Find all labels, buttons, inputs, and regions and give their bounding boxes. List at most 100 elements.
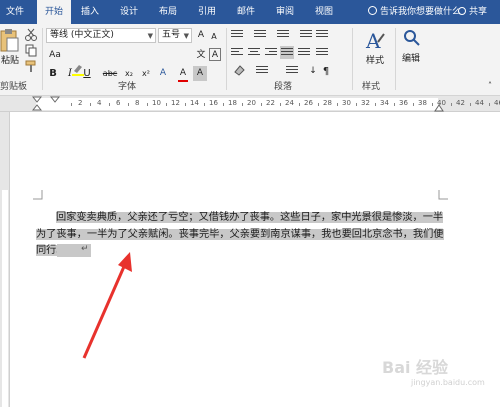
ruler-number: 8 [135, 99, 140, 107]
char-shading-button[interactable]: A [193, 66, 207, 81]
show-marks-icon[interactable]: ¶ [320, 64, 332, 79]
ruler-number: 34 [380, 99, 389, 107]
shrink-font-button[interactable]: A [208, 29, 220, 44]
watermark-logo: Bai 经验 [382, 358, 449, 377]
wen-button[interactable]: 文 [194, 48, 208, 63]
ruler-text-area [2, 190, 8, 407]
text-effects-button[interactable]: A [156, 66, 170, 81]
tab-insert[interactable]: 插入 [75, 0, 105, 24]
format-painter-icon[interactable] [24, 60, 38, 73]
divider [226, 28, 227, 90]
tell-me-box[interactable]: 告诉我你想要做什么 [368, 0, 461, 24]
tab-layout[interactable]: 布局 [153, 0, 183, 24]
shading-icon[interactable] [233, 64, 247, 77]
font-color-glyph: A [179, 68, 187, 78]
styles-button-label[interactable]: 样式 [360, 54, 390, 69]
corner-mark [33, 190, 43, 200]
ruler-number: 2 [78, 99, 83, 107]
tab-view[interactable]: 视图 [309, 0, 339, 24]
search-icon[interactable] [402, 28, 422, 50]
multilevel-list-icon[interactable] [277, 30, 289, 40]
font-size-combo[interactable]: 五号 ▼ [158, 28, 192, 43]
superscript-button[interactable]: x² [139, 66, 153, 81]
ruler-tick [431, 103, 433, 106]
vertical-ruler[interactable] [0, 112, 10, 407]
ruler-tick [317, 103, 319, 106]
horizontal-ruler[interactable]: 2 4 6 8 10 12 14 16 18 20 22 24 26 28 30 32 34 36 38 40 42 44… [0, 96, 500, 112]
tab-file[interactable]: 文件 [0, 0, 30, 24]
ruler-number: 18 [228, 99, 237, 107]
hanging-indent-marker[interactable] [50, 96, 60, 104]
paste-icon[interactable] [0, 28, 20, 54]
ruler-tick [70, 103, 72, 106]
lightbulb-icon [368, 6, 377, 15]
numbering-icon[interactable] [254, 30, 266, 40]
ruler-number: 16 [209, 99, 218, 107]
copy-icon[interactable] [24, 44, 38, 57]
sort-icon[interactable]: ↓ [306, 64, 320, 79]
bullets-icon[interactable] [231, 30, 243, 40]
divider [395, 28, 396, 90]
corner-mark [438, 190, 448, 200]
paste-button-label[interactable]: 粘贴 [0, 54, 20, 69]
align-left-icon[interactable] [231, 48, 243, 58]
cut-icon[interactable] [24, 28, 38, 41]
font-size-value: 五号 [162, 30, 181, 40]
tab-references[interactable]: 引用 [192, 0, 222, 24]
strikethrough-button[interactable]: abc [101, 66, 119, 81]
selected-text[interactable]: 为了丧事，一半为了父亲赋闲。丧事完毕，父亲要到南京谋事，我也要回北京念书，我们便 [36, 228, 444, 240]
first-line-indent-marker[interactable] [32, 96, 42, 112]
ruler-tick [412, 103, 414, 106]
ruler-number: 42 [456, 99, 465, 107]
document-paragraph[interactable]: 回家变卖典质，父亲还了亏空；又借钱办了丧事。这些日子，家中光景很是惨淡，一半 为… [36, 210, 444, 260]
ruler-number: 10 [152, 99, 161, 107]
tab-review[interactable]: 审阅 [270, 0, 300, 24]
ruler-tick [488, 103, 490, 106]
empty-paragraph-selection[interactable]: ↵ [57, 244, 91, 257]
ruler-tick [336, 103, 338, 106]
styles-icon[interactable]: A [364, 28, 386, 54]
font-name-combo[interactable]: 等线 (中文正文) ▼ [46, 28, 156, 43]
line-spacing-icon[interactable] [316, 48, 328, 58]
bold-button[interactable]: B [46, 66, 60, 81]
paragraph-group-label: 段落 [274, 82, 293, 92]
clipboard-group-label: 剪贴板 [0, 82, 28, 92]
grow-font-button[interactable]: A [194, 28, 208, 43]
paragraph-line[interactable]: 同行。↵ [36, 243, 438, 260]
tab-home[interactable]: 开始 [37, 0, 71, 24]
editing-button-label[interactable]: 编辑 [398, 52, 424, 67]
ruler-tick [146, 103, 148, 106]
change-case-button[interactable]: Aa [49, 48, 61, 63]
ruler-tick [203, 103, 205, 106]
font-color-button[interactable]: A [176, 66, 190, 81]
tab-mailings[interactable]: 邮件 [231, 0, 261, 24]
collapse-ribbon-icon[interactable]: ˄ [484, 78, 496, 93]
increase-indent-icon[interactable] [316, 30, 328, 40]
ruler-tick [89, 103, 91, 106]
align-right-icon[interactable] [265, 48, 277, 58]
decrease-indent-icon[interactable] [300, 30, 312, 40]
ruler-number: 12 [171, 99, 180, 107]
ruler-tick [279, 103, 281, 106]
paragraph-line[interactable]: 为了丧事，一半为了父亲赋闲。丧事完毕，父亲要到南京谋事，我也要回北京念书，我们便 [36, 227, 444, 244]
borders-icon[interactable] [256, 66, 268, 76]
highlight-icon[interactable] [71, 63, 85, 76]
ruler-tick [298, 103, 300, 106]
chevron-down-icon[interactable]: ▼ [184, 30, 189, 43]
distributed-icon[interactable] [298, 48, 310, 58]
divider [42, 28, 43, 90]
enclose-char-button[interactable]: A [209, 48, 221, 61]
ruler-number: 14 [190, 99, 199, 107]
ruler-tick [222, 103, 224, 106]
tab-design[interactable]: 设计 [114, 0, 144, 24]
paragraph-line[interactable]: 回家变卖典质，父亲还了亏空；又借钱办了丧事。这些日子，家中光景很是惨淡，一半 [36, 210, 444, 227]
ruler-tick [260, 103, 262, 106]
align-center-icon[interactable] [248, 48, 260, 58]
chinese-layout-icon[interactable] [286, 66, 298, 76]
share-label: 共享 [469, 7, 488, 17]
chevron-down-icon[interactable]: ▼ [148, 30, 153, 43]
share-button[interactable]: 共享 [458, 0, 487, 24]
justify-icon[interactable] [280, 46, 294, 59]
font-group-label: 字体 [118, 82, 137, 92]
selected-text[interactable]: 回家变卖典质，父亲还了亏空；又借钱办了丧事。这些日子，家中光景很是惨淡，一半 [56, 212, 444, 223]
